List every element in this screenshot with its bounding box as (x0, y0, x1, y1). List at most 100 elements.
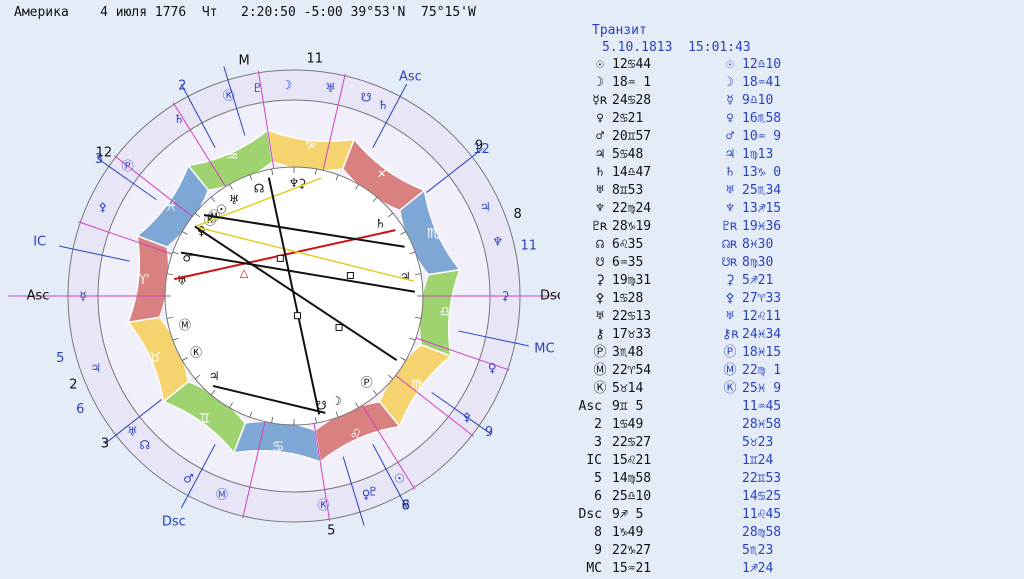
natal-planet-glyph: ♅ (596, 309, 604, 324)
natal-planet-glyph: Ⓜ (593, 363, 607, 378)
natal-planet-position: 24♋28 (612, 93, 652, 108)
transit-planet-position: 12♌11 (742, 309, 782, 324)
natal-planet-glyph-marker: ♅ (229, 193, 240, 207)
house-label: 9 (594, 543, 602, 558)
transit-planet-glyph-marker: Ⓚ (317, 498, 329, 512)
house-row: 2 1♋49 28♓58 (566, 416, 816, 434)
transit-house-label: 6 (76, 402, 84, 417)
natal-house-label: 2 (69, 378, 77, 393)
transit-planet-glyph: ☊ʀ (722, 237, 738, 252)
transit-planet-position: 24♓34 (742, 327, 782, 342)
natal-planet-glyph-marker: Ⓟ (361, 376, 373, 390)
transit-planet-glyph: ♂ (726, 129, 734, 144)
transit-datetime: 5.10.1813 15:01:43 (566, 39, 816, 56)
natal-house-cusp: 1♋49 (612, 417, 644, 432)
planet-row: ♄ 14♎47 ♄ 13♑ 0 (566, 164, 816, 182)
transit-house-cusp: 11♌45 (742, 507, 782, 522)
transit-planet-glyph: ⚴ (725, 291, 735, 306)
natal-planet-glyph-marker: ☊ (254, 182, 265, 196)
planet-row: ☋ 6♒35 ☋ʀ 8♍30 (566, 254, 816, 272)
planet-row: ☿ʀ 24♋28 ☿ 9♎10 (566, 92, 816, 110)
transit-planet-glyph-marker: ☋ (361, 91, 372, 105)
aspect-midpoint-square (293, 312, 301, 320)
house-row: MC 15♒21 1♐24 (566, 560, 816, 578)
natal-planet-position: 6♒35 (612, 255, 644, 270)
house-row: IC 15♌21 1♊24 (566, 452, 816, 470)
natal-planet-position: 6♌35 (612, 237, 644, 252)
transit-planet-position: 25♏34 (742, 183, 782, 198)
house-label: IC (586, 453, 602, 468)
transit-planet-position: 12♎10 (742, 57, 782, 72)
natal-planet-glyph-marker: ♅ (177, 273, 188, 287)
transit-planet-glyph-marker: ♅ (325, 81, 336, 95)
natal-planet-position: 28♑19 (612, 219, 652, 234)
natal-planet-glyph: ☊ (596, 237, 604, 252)
transit-planet-position: 27♈33 (742, 291, 782, 306)
transit-planet-glyph-marker: Ⓟ (122, 159, 134, 173)
transit-house-cusp: 5♏23 (742, 543, 774, 558)
planet-row: ☽ 18♒ 1 ☽ 18♒41 (566, 74, 816, 92)
natal-planet-position: 17♉33 (612, 327, 652, 342)
house-label: 3 (594, 435, 602, 450)
house-label: 2 (594, 417, 602, 432)
natal-planet-glyph: ♂ (596, 129, 604, 144)
planet-row: ♂ 20♊57 ♂ 10♒ 9 (566, 128, 816, 146)
natal-planet-glyph-marker: ♃ (209, 369, 220, 383)
transit-planet-glyph: ☉ (726, 57, 734, 72)
planet-row: ☊ 6♌35 ☊ʀ 8♓30 (566, 236, 816, 254)
transit-date: 5.10.1813 (602, 40, 673, 55)
natal-house-label: 3 (101, 436, 109, 451)
house-row: 3 22♋27 5♉23 (566, 434, 816, 452)
transit-planet-glyph: Ⓜ (723, 363, 737, 378)
natal-house-label: 5 (327, 524, 335, 539)
natal-house-label: M (238, 54, 249, 69)
transit-planet-glyph: ⚷ʀ (722, 327, 740, 342)
natal-planet-position: 18♒ 1 (612, 75, 652, 90)
transit-house-label: 5 (56, 351, 64, 366)
natal-planet-position: 5♋48 (612, 147, 644, 162)
zodiac-sign-glyph: ♏ (427, 226, 440, 242)
transit-planet-glyph: ☽ (726, 75, 734, 90)
zodiac-sign-glyph: ♒ (226, 149, 239, 165)
transit-house-label: 11 (520, 239, 537, 254)
natal-planet-glyph-marker: Ⓚ (190, 346, 202, 360)
transit-house-cusp: 14♋25 (742, 489, 782, 504)
house-label: 5 (594, 471, 602, 486)
transit-house-label: 2 (178, 78, 186, 93)
transit-house-cusp: 28♓58 (742, 417, 782, 432)
transit-planet-glyph-marker: ♃ (480, 200, 491, 214)
natal-planet-glyph-marker: ♄ (375, 216, 386, 230)
transit-house-label: 9 (485, 425, 493, 440)
natal-house-label: 8 (514, 207, 522, 222)
natal-house-cusp: 9♐ 5 (612, 507, 644, 522)
natal-house-cusp: 1♑49 (612, 525, 644, 540)
transit-planet-position: 13♑ 0 (742, 165, 782, 180)
transit-house-label: IC (33, 234, 46, 249)
transit-planet-glyph-marker: ♄ (174, 112, 185, 126)
natal-planet-glyph: ⚷ (595, 327, 605, 342)
planet-row: ⚴ 1♋28 ⚴ 27♈33 (566, 290, 816, 308)
transit-planet-position: 19♓36 (742, 219, 782, 234)
planet-row: ⚷ 17♉33 ⚷ʀ 24♓34 (566, 326, 816, 344)
transit-planet-glyph-marker: ♀ (488, 361, 497, 375)
transit-planet-glyph-marker: ☽ (281, 78, 292, 92)
natal-planet-glyph-marker: ♃ (400, 269, 411, 283)
planet-row: ♆ 22♍24 ♆ 13♐15 (566, 200, 816, 218)
transit-house-label: MC (534, 342, 554, 357)
natal-planet-position: 2♋21 (612, 111, 644, 126)
natal-planet-position: 22♈54 (612, 363, 652, 378)
planet-row: Ⓜ 22♈54 Ⓜ 22♍ 1 (566, 362, 816, 380)
transit-planet-glyph-marker: ⚴ (462, 410, 471, 424)
transit-planet-glyph-marker: ♄ (378, 98, 389, 112)
transit-house-label: 12 (473, 142, 490, 157)
zodiac-sign-glyph: ♓ (165, 199, 178, 215)
transit-house-label: 8 (402, 499, 410, 514)
house-row: Asc 9♊ 5 11♒45 (566, 398, 816, 416)
natal-planet-glyph: ☉ (596, 57, 604, 72)
house-row: Dsc 9♐ 5 11♌45 (566, 506, 816, 524)
natal-house-label: Dsc (540, 289, 560, 304)
transit-planet-position: 16♏58 (742, 111, 782, 126)
transit-planet-glyph-marker: ♆ (492, 234, 503, 248)
natal-planet-glyph: ☋ (596, 255, 604, 270)
house-row: 8 1♑49 28♍58 (566, 524, 816, 542)
